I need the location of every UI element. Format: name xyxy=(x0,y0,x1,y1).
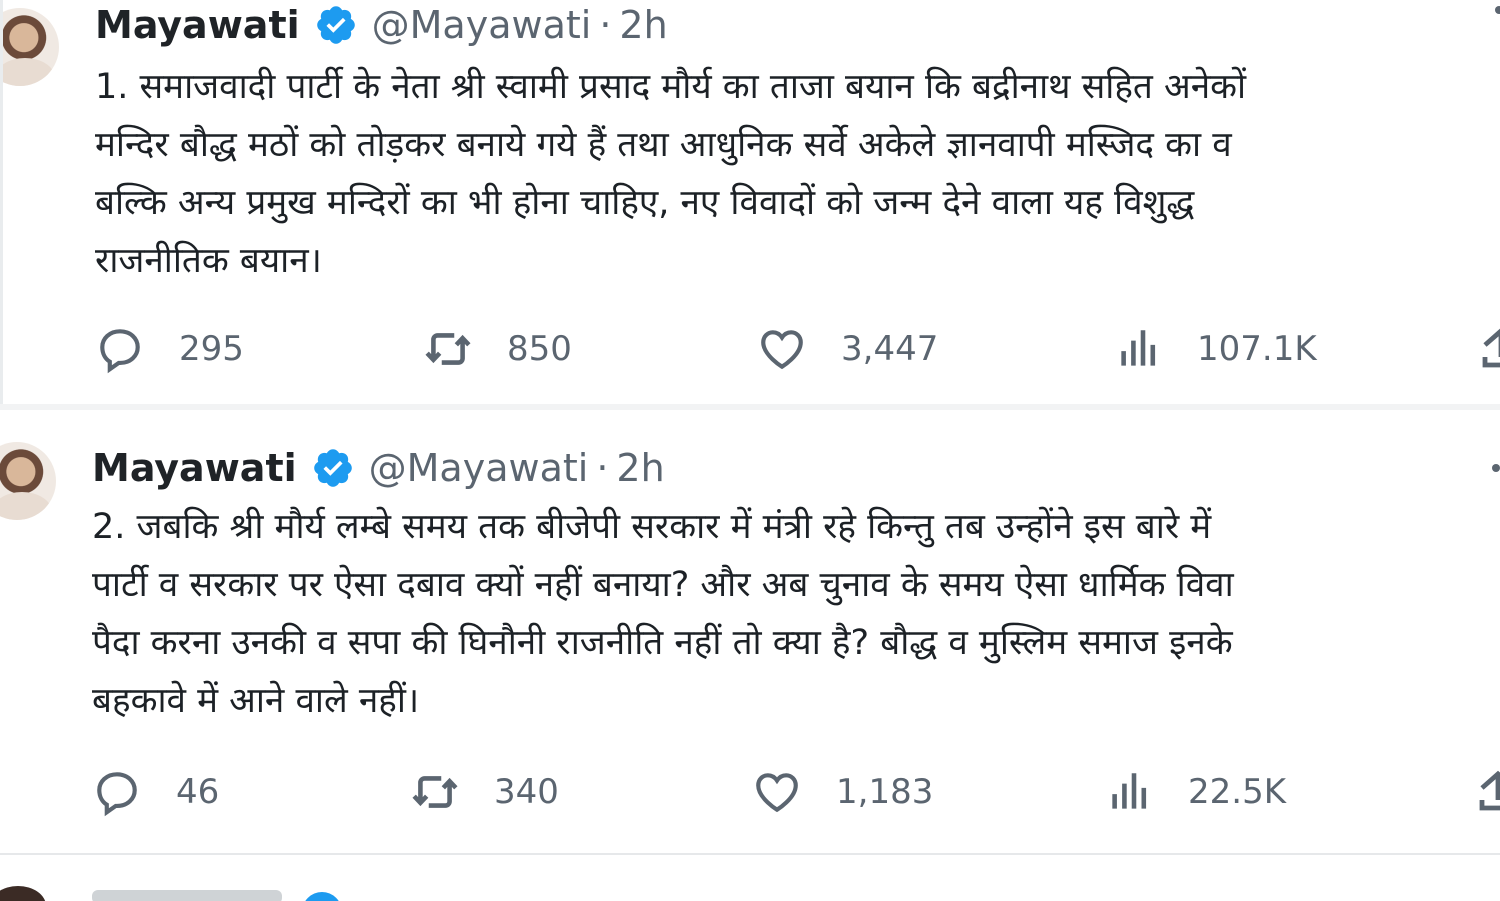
tweet-text-line: 1. समाजवादी पार्टी के नेता श्री स्वामी प… xyxy=(95,67,1247,107)
reply-count: 46 xyxy=(176,772,220,812)
views-chart-icon xyxy=(1112,773,1147,809)
author-handle[interactable]: @Mayawati xyxy=(369,446,589,490)
tweet-text-line: 2. जबकि श्री मौर्य लम्बे समय तक बीजेपी स… xyxy=(92,507,1212,547)
separator-dot: · xyxy=(599,3,612,47)
share-icon[interactable] xyxy=(1481,324,1500,374)
separator-dot: · xyxy=(596,446,609,490)
tweet-card[interactable] xyxy=(0,856,1500,901)
share-icon[interactable] xyxy=(1478,767,1500,817)
tweet-card[interactable]: Mayawati @Mayawati · 2h 1. समाजवादी पार्… xyxy=(0,0,1500,404)
tweet-text-line: मन्दिर बौद्ध मठों को तोड़कर बनाये गये है… xyxy=(95,125,1232,165)
reply-icon xyxy=(97,772,137,817)
heart-icon xyxy=(761,330,803,370)
author-name[interactable]: Mayawati xyxy=(92,446,297,490)
reply-button[interactable]: 295 xyxy=(95,324,244,374)
reply-count: 295 xyxy=(179,329,244,369)
like-button[interactable]: 1,183 xyxy=(752,767,933,817)
tweet-text-line: बहकावे में आने वाले नहीं। xyxy=(92,681,420,721)
retweet-count: 340 xyxy=(494,772,559,812)
verified-badge-icon xyxy=(302,892,342,901)
timestamp[interactable]: 2h xyxy=(619,3,667,47)
avatar[interactable] xyxy=(0,442,56,520)
retweet-count: 850 xyxy=(507,329,572,369)
retweet-icon xyxy=(425,333,471,365)
views-count: 107.1K xyxy=(1197,329,1317,369)
retweet-icon xyxy=(412,776,458,808)
avatar[interactable] xyxy=(0,886,46,901)
retweet-button[interactable]: 340 xyxy=(410,767,559,817)
author-handle[interactable]: @Mayawati xyxy=(372,3,592,47)
author-name[interactable] xyxy=(92,890,282,901)
tweet-text-line: पार्टी व सरकार पर ऐसा दबाव क्यों नहीं बन… xyxy=(92,565,1234,605)
action-bar: 46 340 1,183 22.5K xyxy=(92,767,1500,817)
tweet-header: Mayawati @Mayawati · 2h xyxy=(92,443,665,493)
like-count: 3,447 xyxy=(841,329,939,369)
reply-button[interactable]: 46 xyxy=(92,767,219,817)
avatar[interactable] xyxy=(3,8,59,86)
tweet-text-line: राजनीतिक बयान। xyxy=(95,241,322,281)
views-button[interactable]: 22.5K xyxy=(1104,767,1286,817)
more-options-icon[interactable] xyxy=(1495,6,1500,14)
divider xyxy=(0,853,1500,855)
more-options-icon[interactable] xyxy=(1492,464,1500,472)
verified-badge-icon xyxy=(311,446,355,490)
retweet-button[interactable]: 850 xyxy=(423,324,572,374)
like-button[interactable]: 3,447 xyxy=(757,324,938,374)
author-name[interactable]: Mayawati xyxy=(95,3,300,47)
views-count: 22.5K xyxy=(1188,772,1286,812)
action-bar: 295 850 3,447 107.1K xyxy=(95,324,1500,374)
tweet-text: 2. जबकि श्री मौर्य लम्बे समय तक बीजेपी स… xyxy=(92,498,1500,730)
tweet-text: 1. समाजवादी पार्टी के नेता श्री स्वामी प… xyxy=(95,58,1500,290)
reply-icon xyxy=(100,329,140,374)
like-count: 1,183 xyxy=(836,772,934,812)
views-chart-icon xyxy=(1121,330,1156,366)
tweet-card[interactable]: Mayawati @Mayawati · 2h 2. जबकि श्री मौर… xyxy=(0,410,1500,854)
heart-icon xyxy=(756,773,798,813)
verified-badge-icon xyxy=(314,3,358,47)
tweet-text-line: बल्कि अन्य प्रमुख मन्दिरों का भी होना चा… xyxy=(95,183,1195,223)
tweet-header: Mayawati @Mayawati · 2h xyxy=(95,0,668,50)
views-button[interactable]: 107.1K xyxy=(1113,324,1317,374)
timestamp[interactable]: 2h xyxy=(616,446,664,490)
tweet-text-line: पैदा करना उनकी व सपा की घिनौनी राजनीति न… xyxy=(92,623,1233,663)
